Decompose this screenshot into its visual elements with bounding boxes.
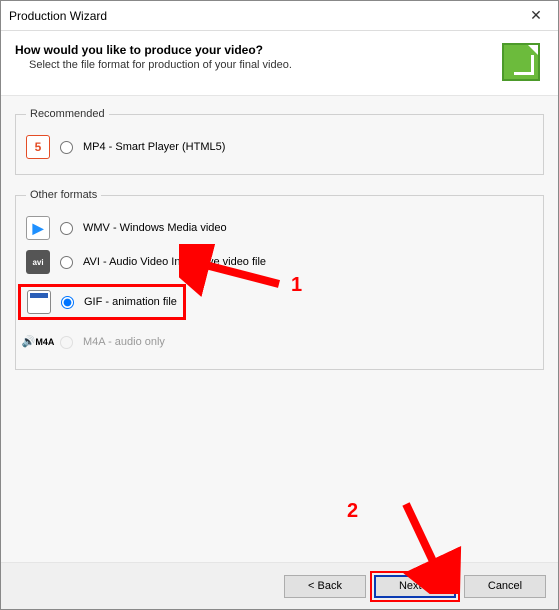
gif-highlight-box: GIF - animation file	[18, 284, 186, 320]
label-m4a: M4A - audio only	[83, 336, 165, 348]
wizard-header: How would you like to produce your video…	[1, 31, 558, 95]
titlebar: Production Wizard ✕	[1, 1, 558, 31]
option-avi[interactable]: avi AVI - Audio Video Interleave video f…	[26, 245, 533, 279]
radio-mp4[interactable]	[60, 141, 73, 154]
group-recommended: Recommended 5 MP4 - Smart Player (HTML5)	[15, 108, 544, 175]
close-icon: ✕	[530, 7, 542, 24]
label-gif: GIF - animation file	[84, 296, 177, 308]
option-mp4[interactable]: 5 MP4 - Smart Player (HTML5)	[26, 130, 533, 164]
header-text: How would you like to produce your video…	[15, 41, 292, 71]
wizard-window: Production Wizard ✕ How would you like t…	[0, 0, 559, 610]
window-title: Production Wizard	[9, 9, 107, 23]
m4a-icon-text: M4A	[35, 338, 54, 347]
option-m4a: 🔊 M4A M4A - audio only	[26, 325, 533, 359]
radio-m4a	[60, 336, 73, 349]
annotation-label-2: 2	[347, 500, 358, 523]
radio-wmv[interactable]	[60, 222, 73, 235]
m4a-icon: 🔊 M4A	[26, 330, 50, 354]
wizard-footer: < Back Next > Cancel	[1, 563, 558, 609]
label-wmv: WMV - Windows Media video	[83, 222, 227, 234]
wizard-body: Recommended 5 MP4 - Smart Player (HTML5)…	[1, 95, 558, 563]
next-button[interactable]: Next >	[374, 575, 456, 598]
option-wmv[interactable]: ▶ WMV - Windows Media video	[26, 211, 533, 245]
speaker-icon: 🔊	[22, 337, 36, 348]
header-title: How would you like to produce your video…	[15, 43, 292, 57]
close-button[interactable]: ✕	[514, 1, 558, 30]
radio-gif[interactable]	[61, 296, 74, 309]
html5-icon: 5	[26, 135, 50, 159]
gif-icon	[27, 290, 51, 314]
group-recommended-legend: Recommended	[26, 108, 109, 120]
label-avi: AVI - Audio Video Interleave video file	[83, 256, 266, 268]
cancel-button[interactable]: Cancel	[464, 575, 546, 598]
wmv-icon: ▶	[26, 216, 50, 240]
back-button[interactable]: < Back	[284, 575, 366, 598]
group-other: Other formats ▶ WMV - Windows Media vide…	[15, 189, 544, 370]
option-gif[interactable]: GIF - animation file	[26, 279, 533, 325]
header-subtitle: Select the file format for production of…	[15, 59, 292, 71]
avi-icon: avi	[26, 250, 50, 274]
label-mp4: MP4 - Smart Player (HTML5)	[83, 141, 225, 153]
radio-avi[interactable]	[60, 256, 73, 269]
annotation-label-1: 1	[291, 274, 302, 297]
group-other-legend: Other formats	[26, 189, 101, 201]
camtasia-logo-icon	[502, 43, 540, 81]
